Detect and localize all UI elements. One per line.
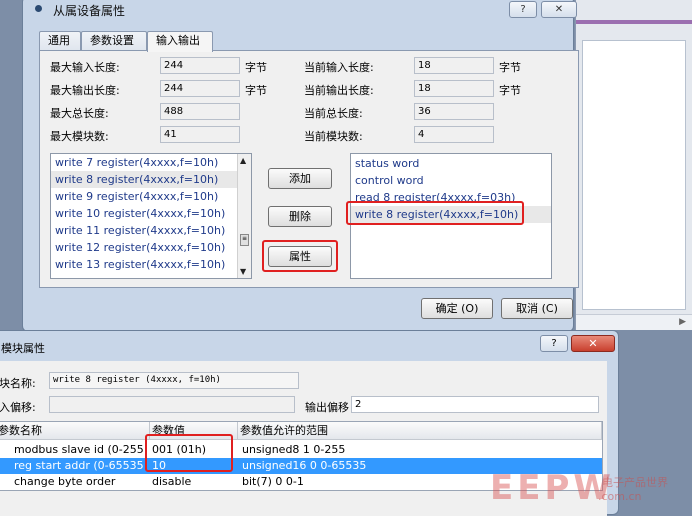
available-module-item[interactable]: write 8 register(4xxxx,f=10h): [51, 171, 238, 188]
configured-module-item[interactable]: status word: [355, 155, 419, 172]
available-module-item[interactable]: write 13 register(4xxxx,f=10h): [55, 256, 225, 273]
current-input-length-label: 当前输入长度:: [304, 61, 374, 74]
max-total-length-value: 488: [160, 103, 240, 120]
row-param-range: unsigned16 0 0-65535: [242, 459, 367, 472]
background-window-pane: [582, 40, 686, 310]
close-button[interactable]: ✕: [541, 1, 577, 18]
row-param-range: bit(7) 0 0-1: [242, 475, 304, 488]
scroll-up-icon[interactable]: ▲: [240, 156, 246, 165]
current-modules-label: 当前模块数:: [304, 130, 363, 143]
module-dialog-body: 块名称: write 8 register (4xxxx, f=10h) 入偏移…: [0, 361, 607, 516]
current-total-length-label: 当前总长度:: [304, 107, 363, 120]
max-input-length-label: 最大输入长度:: [50, 61, 120, 74]
configured-module-item[interactable]: write 8 register(4xxxx,f=10h): [351, 206, 551, 223]
max-input-length-value: 244: [160, 57, 240, 74]
table-row[interactable]: change byte order disable bit(7) 0 0-1: [0, 474, 602, 490]
max-modules-label: 最大模块数:: [50, 130, 109, 143]
background-horizontal-scrollbar[interactable]: ▶: [576, 314, 692, 330]
table-row[interactable]: reg start addr (0-65535 10 unsigned16 0 …: [0, 458, 602, 474]
row-param-value[interactable]: 001 (01h): [152, 442, 206, 458]
background-window: ▶: [575, 0, 692, 330]
current-output-length-value: 18: [414, 80, 494, 97]
input-offset-label: 入偏移:: [0, 401, 36, 414]
available-module-item[interactable]: write 11 register(4xxxx,f=10h): [55, 222, 225, 239]
available-module-item[interactable]: write 9 register(4xxxx,f=10h): [55, 188, 218, 205]
current-input-length-value: 18: [414, 57, 494, 74]
module-name-field: write 8 register (4xxxx, f=10h): [49, 372, 299, 389]
current-total-length-value: 36: [414, 103, 494, 120]
current-output-length-label: 当前输出长度:: [304, 84, 374, 97]
scroll-down-icon[interactable]: ▼: [240, 267, 246, 276]
max-modules-value: 41: [160, 126, 240, 143]
tab-input-output[interactable]: 输入输出: [147, 31, 213, 52]
table-row[interactable]: modbus slave id (0-255 001 (01h) unsigne…: [0, 442, 602, 458]
cancel-button[interactable]: 取消 (C): [501, 298, 573, 319]
available-module-item[interactable]: write 12 register(4xxxx,f=10h): [55, 239, 225, 256]
input-output-panel: 最大输入长度: 244 字节 最大输出长度: 244 字节 最大总长度: 488…: [39, 50, 579, 288]
ok-button[interactable]: 确定 (O): [421, 298, 493, 319]
row-param-name: modbus slave id (0-255: [14, 443, 144, 456]
delete-button[interactable]: 删除: [268, 206, 332, 227]
column-header-name: 参数名称: [0, 422, 150, 440]
scroll-right-icon[interactable]: ▶: [679, 317, 686, 327]
output-offset-field[interactable]: 2: [351, 396, 599, 413]
parameter-table: 参数名称 参数值 参数值允许的范围 modbus slave id (0-255…: [0, 421, 603, 491]
configured-module-item[interactable]: control word: [355, 172, 424, 189]
properties-button[interactable]: 属性: [268, 246, 332, 267]
output-offset-label: 输出偏移: [305, 401, 349, 414]
tab-parameters[interactable]: 参数设置: [81, 31, 147, 51]
module-dialog-title: 模块属性: [1, 342, 45, 355]
available-modules-scrollbar[interactable]: ▲ ≡ ▼: [237, 154, 251, 278]
max-output-length-value: 244: [160, 80, 240, 97]
max-total-length-label: 最大总长度:: [50, 107, 109, 120]
max-output-length-unit: 字节: [245, 84, 267, 97]
input-offset-field: [49, 396, 295, 413]
max-input-length-unit: 字节: [245, 61, 267, 74]
row-param-name: reg start addr (0-65535: [14, 459, 144, 472]
configured-modules-list[interactable]: status word control word read 8 register…: [350, 153, 552, 279]
max-output-length-label: 最大输出长度:: [50, 84, 120, 97]
available-module-item[interactable]: write 7 register(4xxxx,f=10h): [55, 154, 218, 171]
current-input-length-unit: 字节: [499, 61, 521, 74]
module-properties-dialog: 模块属性 ? ✕ 块名称: write 8 register (4xxxx, f…: [0, 330, 619, 516]
slave-device-properties-dialog: 从属设备属性 ? ✕ 通用 参数设置 输入输出 最大输入长度: 244 字节 最…: [22, 0, 579, 332]
dialog-title: 从属设备属性: [53, 4, 126, 18]
row-param-value[interactable]: 10: [152, 458, 166, 474]
column-header-range: 参数值允许的范围: [238, 422, 602, 440]
available-module-item[interactable]: write 10 register(4xxxx,f=10h): [55, 205, 225, 222]
dialog-titlebar: 从属设备属性 ? ✕: [29, 1, 577, 19]
add-button[interactable]: 添加: [268, 168, 332, 189]
background-window-accent: [576, 20, 692, 24]
row-param-range: unsigned8 1 0-255: [242, 443, 346, 456]
available-modules-list[interactable]: write 7 register(4xxxx,f=10h) write 8 re…: [50, 153, 252, 279]
help-button[interactable]: ?: [509, 1, 537, 18]
tab-general[interactable]: 通用: [39, 31, 81, 51]
configured-module-item[interactable]: read 8 register(4xxxx,f=03h): [355, 189, 515, 206]
column-header-value: 参数值: [150, 422, 238, 440]
module-close-button[interactable]: ✕: [571, 335, 615, 352]
module-help-button[interactable]: ?: [540, 335, 568, 352]
module-name-label: 块名称:: [0, 377, 36, 390]
row-param-name: change byte order: [14, 475, 116, 488]
scroll-thumb[interactable]: ≡: [240, 234, 249, 246]
current-modules-value: 4: [414, 126, 494, 143]
current-output-length-unit: 字节: [499, 84, 521, 97]
dialog-icon: [35, 5, 42, 12]
row-param-value[interactable]: disable: [152, 474, 191, 490]
